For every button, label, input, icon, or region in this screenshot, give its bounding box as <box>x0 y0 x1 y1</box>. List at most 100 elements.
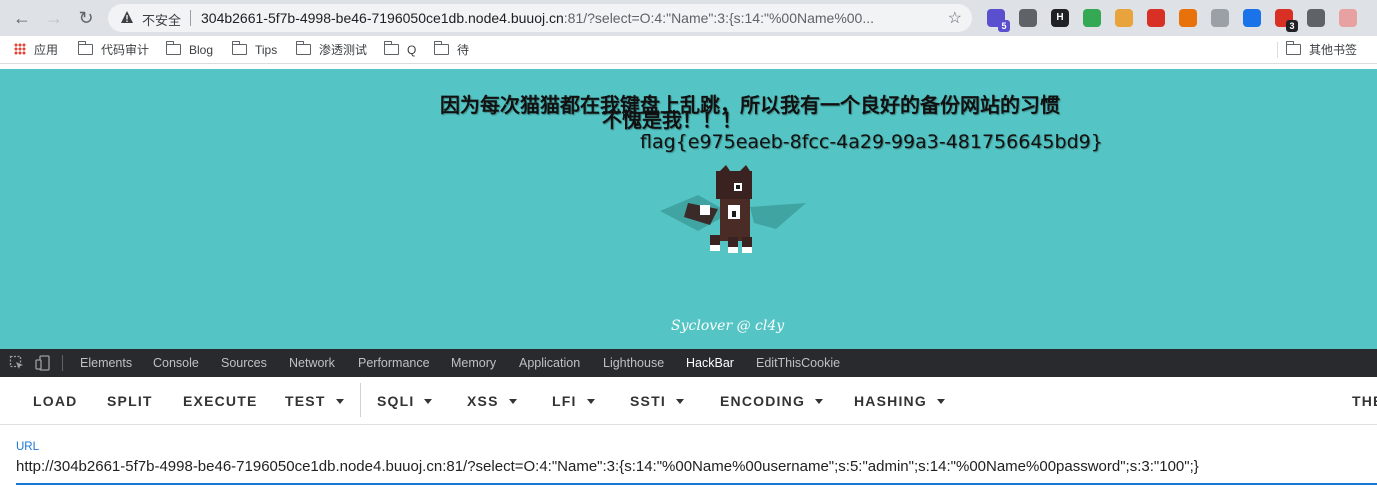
bookmarks-bar: 应用 代码审计 Blog Tips 渗透测试 Q 待 其他书签 <box>0 36 1377 64</box>
hashing-dropdown[interactable]: HASHING <box>854 393 945 409</box>
lfi-label: LFI <box>552 393 577 409</box>
caret-down-icon <box>675 399 684 404</box>
tab-memory[interactable]: Memory <box>451 349 496 377</box>
caret-down-icon <box>424 399 433 404</box>
tab-editthiscookie[interactable]: EditThisCookie <box>756 349 840 377</box>
browser-toolbar: ← → ↻ 不安全 304b2661-5f7b-4998-be46-719605… <box>0 0 1377 36</box>
url-field[interactable]: URL http://304b2661-5f7b-4998-be46-71960… <box>0 426 1377 487</box>
security-label[interactable]: 不安全 <box>142 10 181 29</box>
bookmark-label: Blog <box>189 43 214 57</box>
page-subheading: 不愧是我！！！ <box>602 110 742 132</box>
extension-circle-icon[interactable] <box>1243 9 1261 27</box>
tab-elements[interactable]: Elements <box>80 349 132 377</box>
caret-down-icon <box>586 399 595 404</box>
caret-down-icon <box>508 399 517 404</box>
tab-console[interactable]: Console <box>153 349 199 377</box>
address-text[interactable]: 304b2661-5f7b-4998-be46-7196050ce1db.nod… <box>201 10 941 26</box>
bookmark-label: 应用 <box>34 43 59 57</box>
encoding-dropdown[interactable]: ENCODING <box>720 393 824 409</box>
bookmark-folder-other[interactable]: 其他书签 <box>1285 41 1358 59</box>
bookmark-folder-pending[interactable]: 待 <box>433 41 470 59</box>
devtools-tabbar: Elements Console Sources Network Perform… <box>0 349 1377 377</box>
theme-dropdown[interactable]: THE <box>1352 393 1377 409</box>
tab-network[interactable]: Network <box>289 349 335 377</box>
bookmark-apps[interactable]: 应用 <box>14 41 58 59</box>
address-path: :81/?select=O:4:"Name":3:{s:14:"%00Name%… <box>563 10 875 26</box>
folder-icon <box>1285 41 1301 55</box>
extension-red-icon[interactable] <box>1147 9 1165 27</box>
cat-image <box>660 165 806 253</box>
url-input[interactable]: http://304b2661-5f7b-4998-be46-7196050ce… <box>16 458 1199 475</box>
extension-badge: 3 <box>1286 20 1298 32</box>
extension-globe-icon[interactable] <box>1211 9 1229 27</box>
extension-badge: 5 <box>998 20 1010 32</box>
bookmark-label: 代码审计 <box>101 43 150 57</box>
bookmark-star-icon[interactable]: ☆ <box>948 8 962 28</box>
url-underline <box>16 483 1377 485</box>
page-content: 因为每次猫猫都在我键盘上乱跳，所以我有一个良好的备份网站的习惯 不愧是我！！！ … <box>0 69 1377 349</box>
caret-down-icon <box>815 399 824 404</box>
extension-profile-icon[interactable] <box>1339 9 1357 27</box>
extension-purple-icon[interactable]: 5 <box>987 9 1010 32</box>
flag-text: flag{e975eaeb-8fcc-4a29-99a3-481756645bd… <box>640 131 1103 153</box>
folder-icon <box>433 41 449 55</box>
lfi-dropdown[interactable]: LFI <box>552 393 595 409</box>
device-toolbar-icon[interactable] <box>35 355 51 371</box>
bookmarks-divider <box>1277 42 1278 58</box>
reload-icon[interactable]: ↻ <box>76 8 96 28</box>
extension-green-icon[interactable] <box>1083 9 1101 27</box>
inspect-element-icon[interactable] <box>9 355 25 371</box>
tab-hackbar[interactable]: HackBar <box>680 349 740 377</box>
bookmark-folder-q[interactable]: Q <box>383 41 417 59</box>
caret-down-icon <box>335 399 344 404</box>
extension-arrow-icon[interactable] <box>1307 9 1325 27</box>
ssti-dropdown[interactable]: SSTI <box>630 393 684 409</box>
apps-grid-icon <box>14 43 26 55</box>
extension-gear-icon[interactable] <box>1019 9 1037 27</box>
tab-lighthouse[interactable]: Lighthouse <box>603 349 664 377</box>
bookmark-label: 渗透测试 <box>319 43 368 57</box>
extension-network-icon[interactable] <box>1179 9 1197 27</box>
caret-down-icon <box>936 399 945 404</box>
back-arrow-icon[interactable]: ← <box>12 8 32 28</box>
tab-performance[interactable]: Performance <box>358 349 430 377</box>
address-separator <box>190 10 191 26</box>
tab-application[interactable]: Application <box>519 349 580 377</box>
bookmark-label: Tips <box>255 43 278 57</box>
xss-label: XSS <box>467 393 499 409</box>
ssti-label: SSTI <box>630 393 666 409</box>
bookmark-label: 其他书签 <box>1309 43 1358 57</box>
test-label: TEST <box>285 393 326 409</box>
hackbar-toolbar: LOAD SPLIT EXECUTE TEST SQLI XSS LFI SST… <box>0 377 1377 425</box>
address-bar[interactable]: 不安全 304b2661-5f7b-4998-be46-7196050ce1db… <box>108 4 972 32</box>
xss-dropdown[interactable]: XSS <box>467 393 517 409</box>
folder-icon <box>231 41 247 55</box>
test-dropdown[interactable]: TEST <box>285 393 344 409</box>
extension-link-icon[interactable]: 3 <box>1275 9 1298 32</box>
address-host: 304b2661-5f7b-4998-be46-7196050ce1db.nod… <box>201 10 564 26</box>
devtools-divider <box>62 355 63 371</box>
url-label: URL <box>16 441 40 453</box>
page-heading: 因为每次猫猫都在我键盘上乱跳，所以我有一个良好的备份网站的习惯 <box>440 95 1060 117</box>
bookmark-folder-code-audit[interactable]: 代码审计 <box>77 41 150 59</box>
split-button[interactable]: SPLIT <box>107 393 153 409</box>
warning-triangle-icon <box>121 11 133 23</box>
bookmark-label: 待 <box>457 43 470 57</box>
bookmark-label: Q <box>407 43 417 57</box>
bookmark-folder-blog[interactable]: Blog <box>165 41 214 59</box>
execute-button[interactable]: EXECUTE <box>183 393 258 409</box>
encoding-label: ENCODING <box>720 393 806 409</box>
page-footer: Syclover @ cl4y <box>671 318 785 334</box>
folder-icon <box>165 41 181 55</box>
tab-sources[interactable]: Sources <box>221 349 267 377</box>
folder-icon <box>77 41 93 55</box>
folder-icon <box>383 41 399 55</box>
sqli-label: SQLI <box>377 393 415 409</box>
forward-arrow-icon[interactable]: → <box>44 8 64 28</box>
extension-h-icon[interactable]: H <box>1051 9 1069 27</box>
bookmark-folder-pentest[interactable]: 渗透测试 <box>295 41 368 59</box>
load-button[interactable]: LOAD <box>33 393 77 409</box>
extension-cookie-icon[interactable] <box>1115 9 1133 27</box>
sqli-dropdown[interactable]: SQLI <box>377 393 433 409</box>
bookmark-folder-tips[interactable]: Tips <box>231 41 278 59</box>
